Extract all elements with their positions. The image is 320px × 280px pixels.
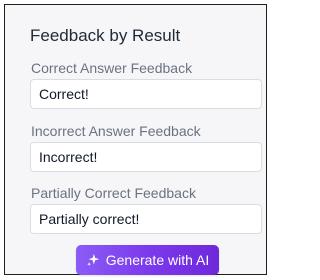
generate-button-label: Generate with AI [105, 252, 210, 268]
incorrect-feedback-label: Incorrect Answer Feedback [31, 123, 201, 139]
generate-with-ai-button[interactable]: Generate with AI [76, 245, 219, 275]
sparkle-icon [86, 253, 100, 267]
incorrect-feedback-input[interactable] [30, 142, 262, 172]
correct-feedback-input[interactable] [30, 79, 262, 109]
partial-feedback-label: Partially Correct Feedback [31, 185, 196, 201]
section-title: Feedback by Result [30, 26, 181, 45]
feedback-panel: Feedback by Result Correct Answer Feedba… [4, 4, 267, 275]
correct-feedback-label: Correct Answer Feedback [31, 60, 193, 76]
partial-feedback-input[interactable] [30, 204, 262, 234]
